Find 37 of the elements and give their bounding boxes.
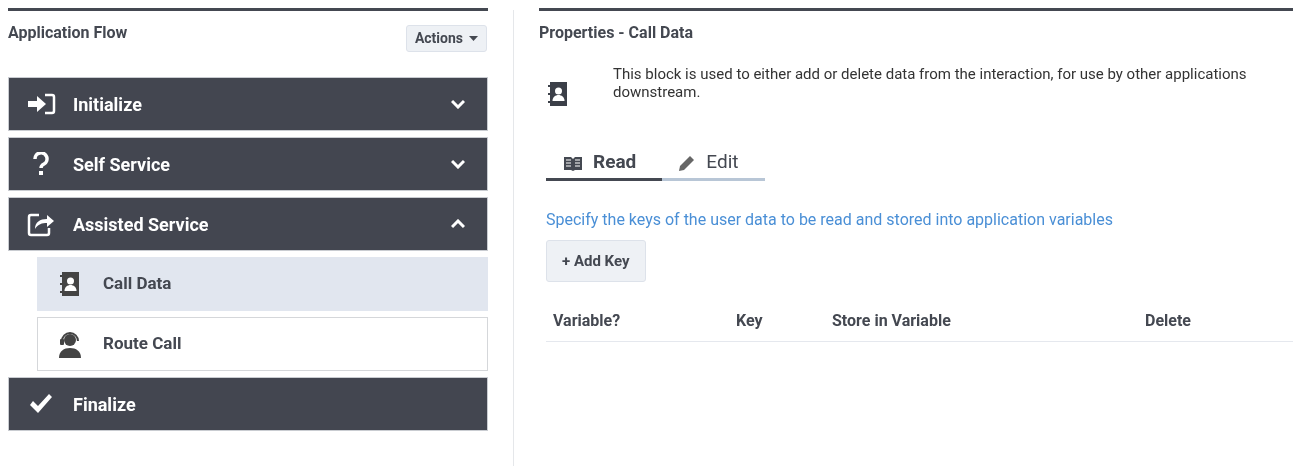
block-label: Route Call <box>103 332 182 356</box>
actions-dropdown-button[interactable]: Actions <box>405 25 487 52</box>
column-header: Variable? <box>553 309 622 332</box>
section-label: Self Service <box>73 152 171 177</box>
column-header: Delete <box>1145 309 1191 332</box>
headset-person-icon <box>57 330 83 358</box>
section-label: Finalize <box>73 392 137 417</box>
chevron-down-icon <box>451 99 465 109</box>
book-icon <box>563 154 583 171</box>
chevron-down-icon <box>451 159 465 169</box>
tab[interactable]: Edit <box>662 147 765 181</box>
share-icon <box>27 211 55 237</box>
flow-section-header[interactable]: Self Service <box>8 137 488 191</box>
flow-section-header[interactable]: Assisted Service <box>8 197 488 251</box>
address-book-icon <box>548 81 568 107</box>
column-header: Key <box>736 309 764 332</box>
sign-in-icon <box>26 93 56 115</box>
address-book-icon <box>60 271 80 297</box>
flow-block-item[interactable]: Route Call <box>37 317 488 371</box>
properties-title: Properties - Call Data <box>539 22 695 44</box>
instruction-text: Specify the keys of the user data to be read and stored into application variables <box>546 209 1114 231</box>
caret-down-icon <box>469 36 478 41</box>
column-header: Store in Variable <box>832 309 952 332</box>
flow-section-header[interactable]: Finalize <box>8 377 488 431</box>
section-label: Initialize <box>73 92 143 117</box>
tab[interactable]: Read <box>546 147 663 181</box>
block-description: This block is used to either add or delete data from the interaction, for use by other applications downstream. <box>613 65 1248 103</box>
panel-title: Application Flow <box>8 22 128 44</box>
section-label: Assisted Service <box>73 212 210 237</box>
add-key-button[interactable]: + Add Key <box>546 240 646 282</box>
flow-section-header[interactable]: Initialize <box>8 77 488 131</box>
chevron-up-icon <box>451 219 465 229</box>
question-icon <box>33 152 49 176</box>
pencil-icon <box>678 153 697 172</box>
block-label: Call Data <box>103 272 172 296</box>
check-icon <box>28 393 54 415</box>
flow-block-item[interactable]: Call Data <box>37 257 488 311</box>
